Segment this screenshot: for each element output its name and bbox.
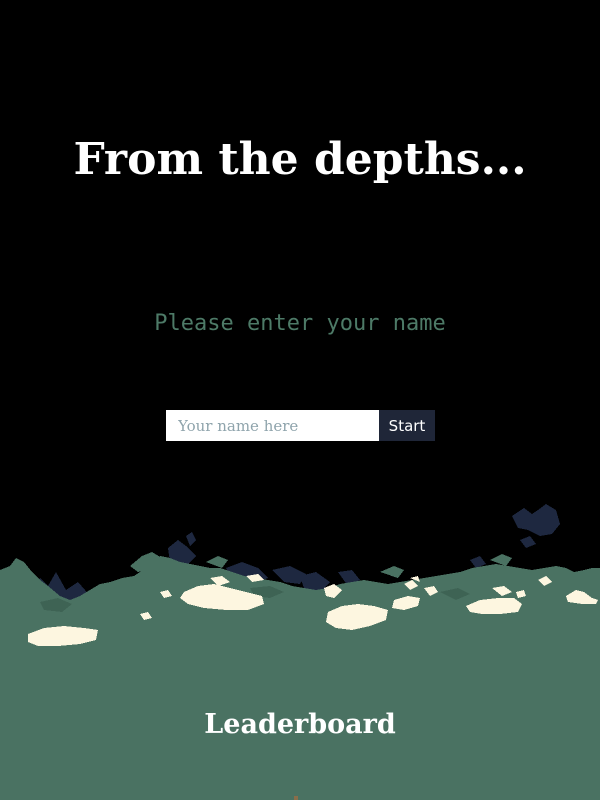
leaderboard-link[interactable]: Leaderboard xyxy=(0,707,600,743)
name-input[interactable] xyxy=(166,410,379,441)
game-screen: From the depths... Please enter your nam… xyxy=(0,0,600,800)
start-button[interactable]: Start xyxy=(379,410,435,441)
name-prompt: Please enter your name xyxy=(154,311,446,336)
name-form: Start xyxy=(166,410,435,441)
bottom-speck xyxy=(294,796,298,800)
ground-terrain xyxy=(0,504,600,800)
game-title: From the depths... xyxy=(73,134,527,185)
